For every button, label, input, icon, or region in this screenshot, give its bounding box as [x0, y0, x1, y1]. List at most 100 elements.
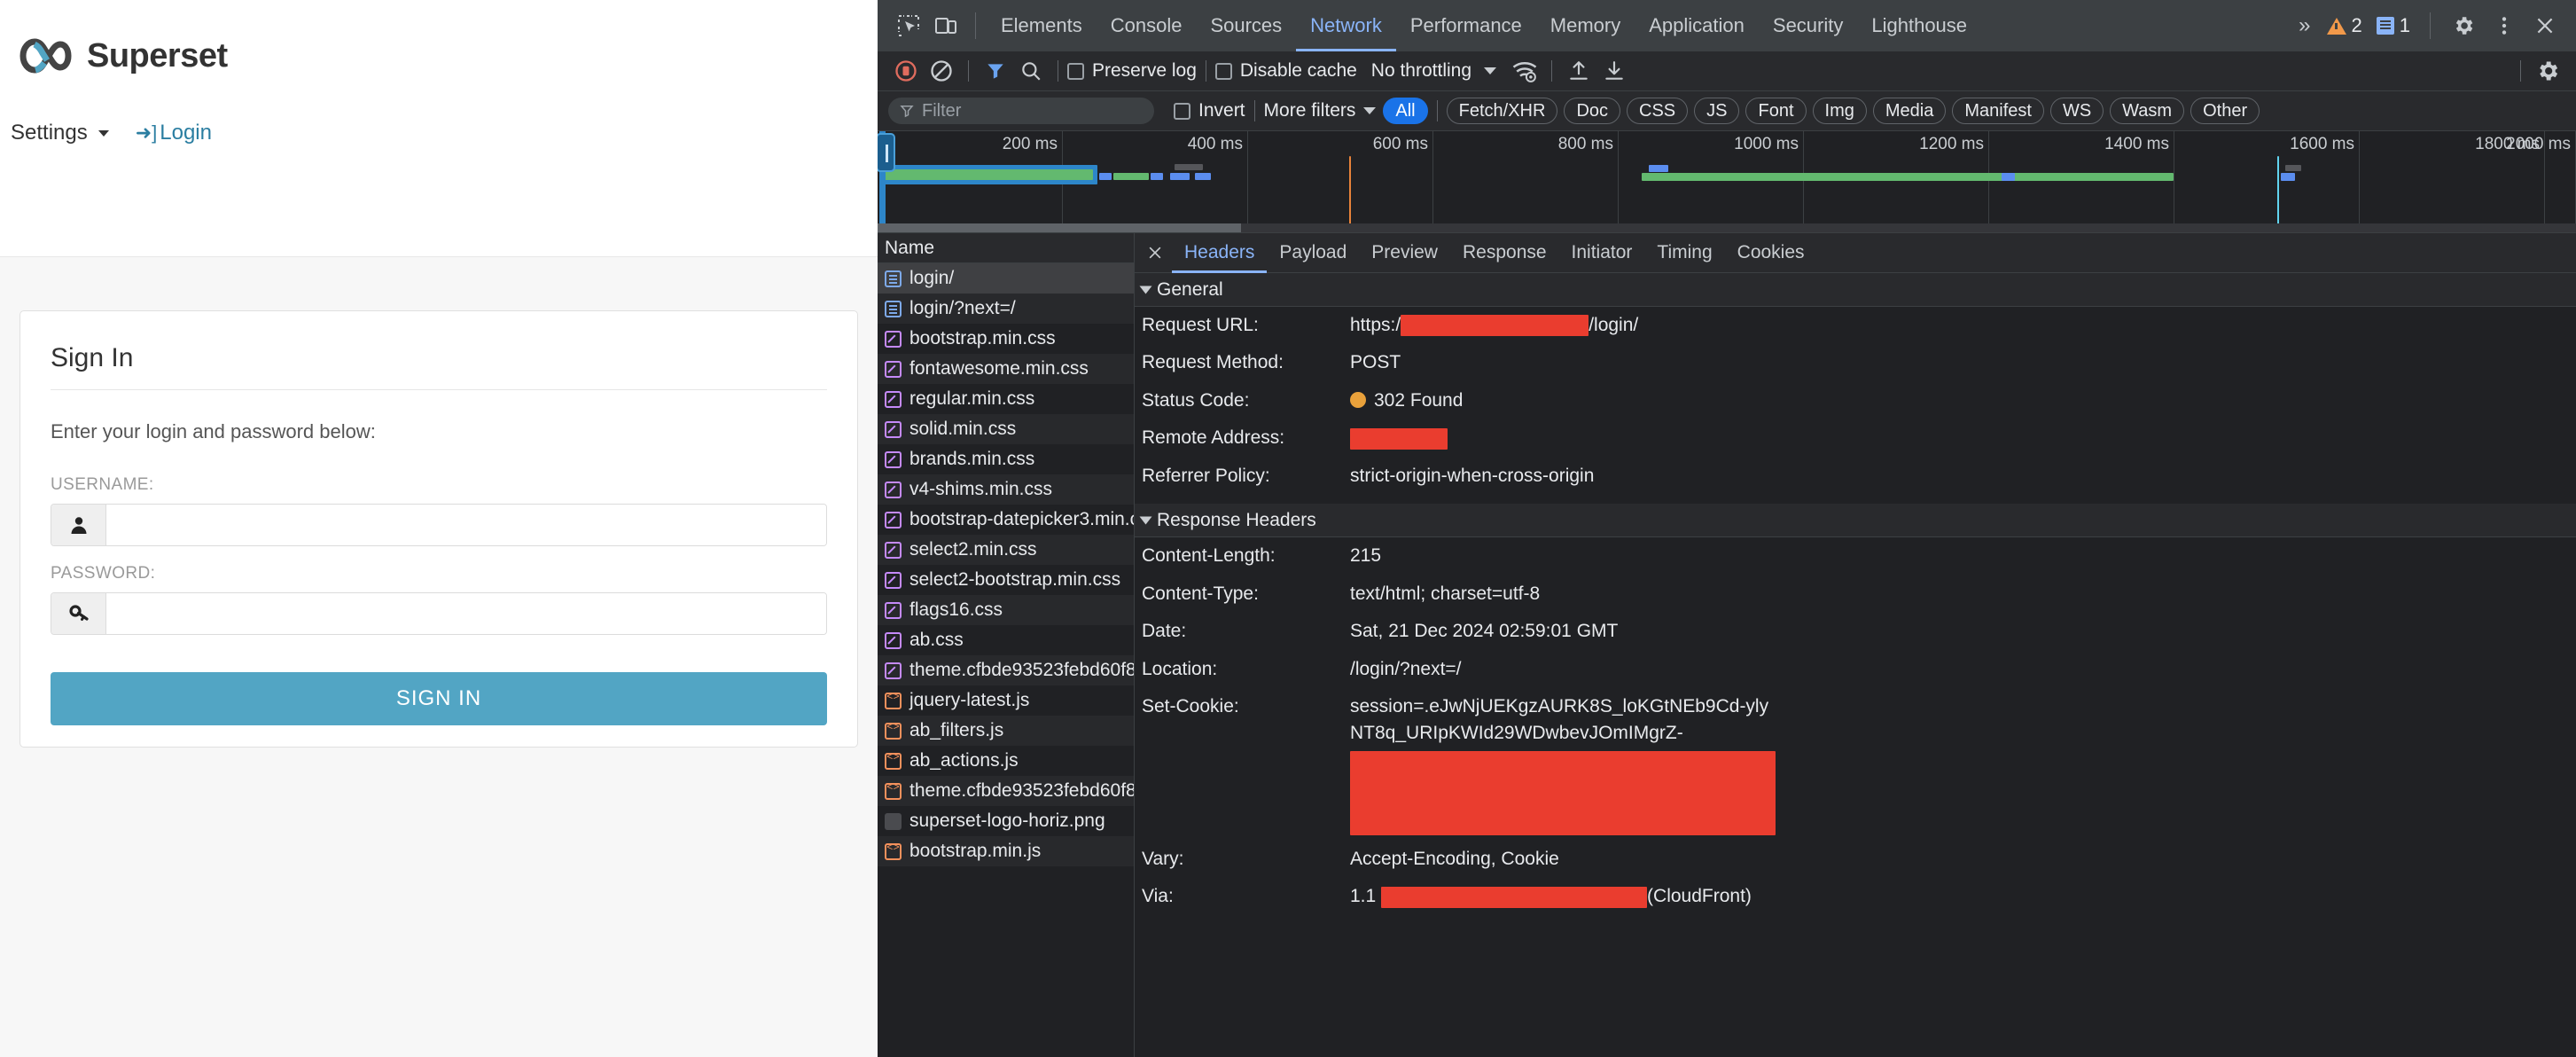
- more-filters-dropdown[interactable]: More filters: [1264, 100, 1377, 121]
- username-input[interactable]: [106, 505, 826, 545]
- tab-elements[interactable]: Elements: [987, 0, 1097, 51]
- tab-network[interactable]: Network: [1296, 0, 1396, 51]
- chip-doc[interactable]: Doc: [1564, 98, 1621, 124]
- nav-login[interactable]: ➜] Login: [136, 121, 212, 145]
- chip-css[interactable]: CSS: [1627, 98, 1689, 124]
- table-row[interactable]: select2-bootstrap.min.css: [878, 565, 1134, 595]
- table-row[interactable]: solid.min.css: [878, 414, 1134, 444]
- more-filters-label: More filters: [1263, 100, 1356, 121]
- record-button-icon[interactable]: [888, 53, 924, 89]
- table-row[interactable]: fontawesome.min.css: [878, 354, 1134, 384]
- close-detail-icon[interactable]: [1138, 233, 1172, 273]
- general-section-header[interactable]: General: [1135, 273, 2576, 307]
- stylesheet-icon: [885, 571, 902, 589]
- throttling-dropdown[interactable]: No throttling: [1371, 60, 1497, 82]
- tab-preview[interactable]: Preview: [1359, 233, 1450, 273]
- chip-js[interactable]: JS: [1694, 98, 1740, 124]
- chip-other[interactable]: Other: [2190, 98, 2260, 124]
- superset-brand[interactable]: Superset: [0, 0, 878, 76]
- table-row[interactable]: jquery-latest.js: [878, 685, 1134, 716]
- password-input-group[interactable]: [51, 592, 827, 635]
- tab-memory[interactable]: Memory: [1536, 0, 1635, 51]
- table-row[interactable]: ab_actions.js: [878, 746, 1134, 776]
- tab-sources[interactable]: Sources: [1196, 0, 1296, 51]
- header-key: Vary:: [1142, 848, 1184, 869]
- header-row-date: Date: Sat, 21 Dec 2024 02:59:01 GMT: [1135, 613, 2576, 650]
- tab-console[interactable]: Console: [1097, 0, 1197, 51]
- table-row[interactable]: bootstrap-datepicker3.min.css: [878, 505, 1134, 535]
- tab-headers[interactable]: Headers: [1172, 233, 1267, 273]
- nav-settings[interactable]: Settings: [11, 121, 109, 145]
- invert-checkbox[interactable]: Invert: [1174, 100, 1245, 121]
- invert-label: Invert: [1198, 100, 1245, 121]
- table-row[interactable]: bootstrap.min.js: [878, 836, 1134, 866]
- table-row[interactable]: brands.min.css: [878, 444, 1134, 474]
- request-name: superset-logo-horiz.png: [909, 810, 1105, 831]
- filter-funnel-icon[interactable]: [978, 53, 1013, 89]
- table-row[interactable]: login/?next=/: [878, 294, 1134, 324]
- overview-scrollbar[interactable]: [878, 223, 2576, 232]
- network-settings-gear-icon[interactable]: [2530, 53, 2565, 89]
- tab-timing[interactable]: Timing: [1644, 233, 1724, 273]
- table-row[interactable]: select2.min.css: [878, 535, 1134, 565]
- table-row[interactable]: v4-shims.min.css: [878, 474, 1134, 505]
- chip-font[interactable]: Font: [1745, 98, 1807, 124]
- table-row[interactable]: ab.css: [878, 625, 1134, 655]
- table-row[interactable]: bootstrap.min.css: [878, 324, 1134, 354]
- network-conditions-icon[interactable]: [1507, 53, 1542, 89]
- header-value: Accept-Encoding, Cookie: [1350, 848, 1559, 869]
- filter-input[interactable]: Filter: [888, 98, 1154, 124]
- device-toolbar-icon[interactable]: [927, 7, 964, 44]
- search-icon[interactable]: [1013, 53, 1049, 89]
- table-row[interactable]: regular.min.css: [878, 384, 1134, 414]
- sign-in-button[interactable]: SIGN IN: [51, 672, 827, 725]
- inspect-element-icon[interactable]: [890, 7, 927, 44]
- signin-form: Enter your login and password below: USE…: [20, 390, 857, 725]
- request-name: login/: [909, 268, 955, 288]
- tab-lighthouse[interactable]: Lighthouse: [1857, 0, 1981, 51]
- network-overview-timeline[interactable]: 200 ms 400 ms 600 ms 800 ms 1000 ms 1200…: [878, 131, 2576, 233]
- more-tabs-icon[interactable]: »: [2291, 13, 2317, 38]
- table-row[interactable]: flags16.css: [878, 595, 1134, 625]
- table-row[interactable]: theme.cfbde93523febd60f894.entry.css: [878, 655, 1134, 685]
- tab-application[interactable]: Application: [1635, 0, 1759, 51]
- stylesheet-icon: [885, 541, 902, 559]
- chip-all[interactable]: All: [1383, 98, 1428, 124]
- network-filterbar: Filter Invert More filters All Fetch/XHR…: [878, 91, 2576, 131]
- table-row[interactable]: superset-logo-horiz.png: [878, 806, 1134, 836]
- import-har-icon[interactable]: [1561, 53, 1596, 89]
- table-row[interactable]: theme.cfbde93523febd60f894.entry.js: [878, 776, 1134, 806]
- detail-tabbar: Headers Payload Preview Response Initiat…: [1135, 233, 2576, 273]
- table-row[interactable]: ab_filters.js: [878, 716, 1134, 746]
- chip-img[interactable]: Img: [1812, 98, 1867, 124]
- warning-badge[interactable]: 2: [2322, 14, 2368, 37]
- tab-performance[interactable]: Performance: [1396, 0, 1536, 51]
- clear-button-icon[interactable]: [924, 53, 959, 89]
- password-input[interactable]: [106, 593, 826, 634]
- disable-cache-checkbox[interactable]: Disable cache: [1214, 60, 1357, 82]
- request-list-header[interactable]: Name: [878, 233, 1134, 263]
- tab-payload[interactable]: Payload: [1267, 233, 1359, 273]
- export-har-icon[interactable]: [1596, 53, 1632, 89]
- chip-media[interactable]: Media: [1872, 98, 1947, 124]
- tab-cookies[interactable]: Cookies: [1725, 233, 1817, 273]
- tab-response[interactable]: Response: [1450, 233, 1559, 273]
- chip-fetch-xhr[interactable]: Fetch/XHR: [1446, 98, 1558, 124]
- settings-gear-icon[interactable]: [2445, 7, 2482, 44]
- response-headers-section-header[interactable]: Response Headers: [1135, 504, 2576, 538]
- overview-selection-handle[interactable]: [878, 133, 895, 172]
- table-row[interactable]: login/: [878, 263, 1134, 294]
- username-input-group[interactable]: [51, 504, 827, 546]
- close-devtools-icon[interactable]: [2526, 7, 2564, 44]
- more-options-icon[interactable]: [2486, 7, 2523, 44]
- chip-wasm[interactable]: Wasm: [2110, 98, 2185, 124]
- chip-ws[interactable]: WS: [2049, 98, 2104, 124]
- info-badge[interactable]: 1: [2371, 14, 2416, 37]
- tab-security[interactable]: Security: [1759, 0, 1857, 51]
- preserve-log-checkbox[interactable]: Preserve log: [1067, 60, 1197, 82]
- chip-manifest[interactable]: Manifest: [1952, 98, 2044, 124]
- document-icon: [885, 270, 902, 287]
- tab-initiator[interactable]: Initiator: [1559, 233, 1645, 273]
- tabbar-right-controls: » 2 1: [2291, 7, 2567, 44]
- request-url-prefix: https:/: [1350, 315, 1401, 335]
